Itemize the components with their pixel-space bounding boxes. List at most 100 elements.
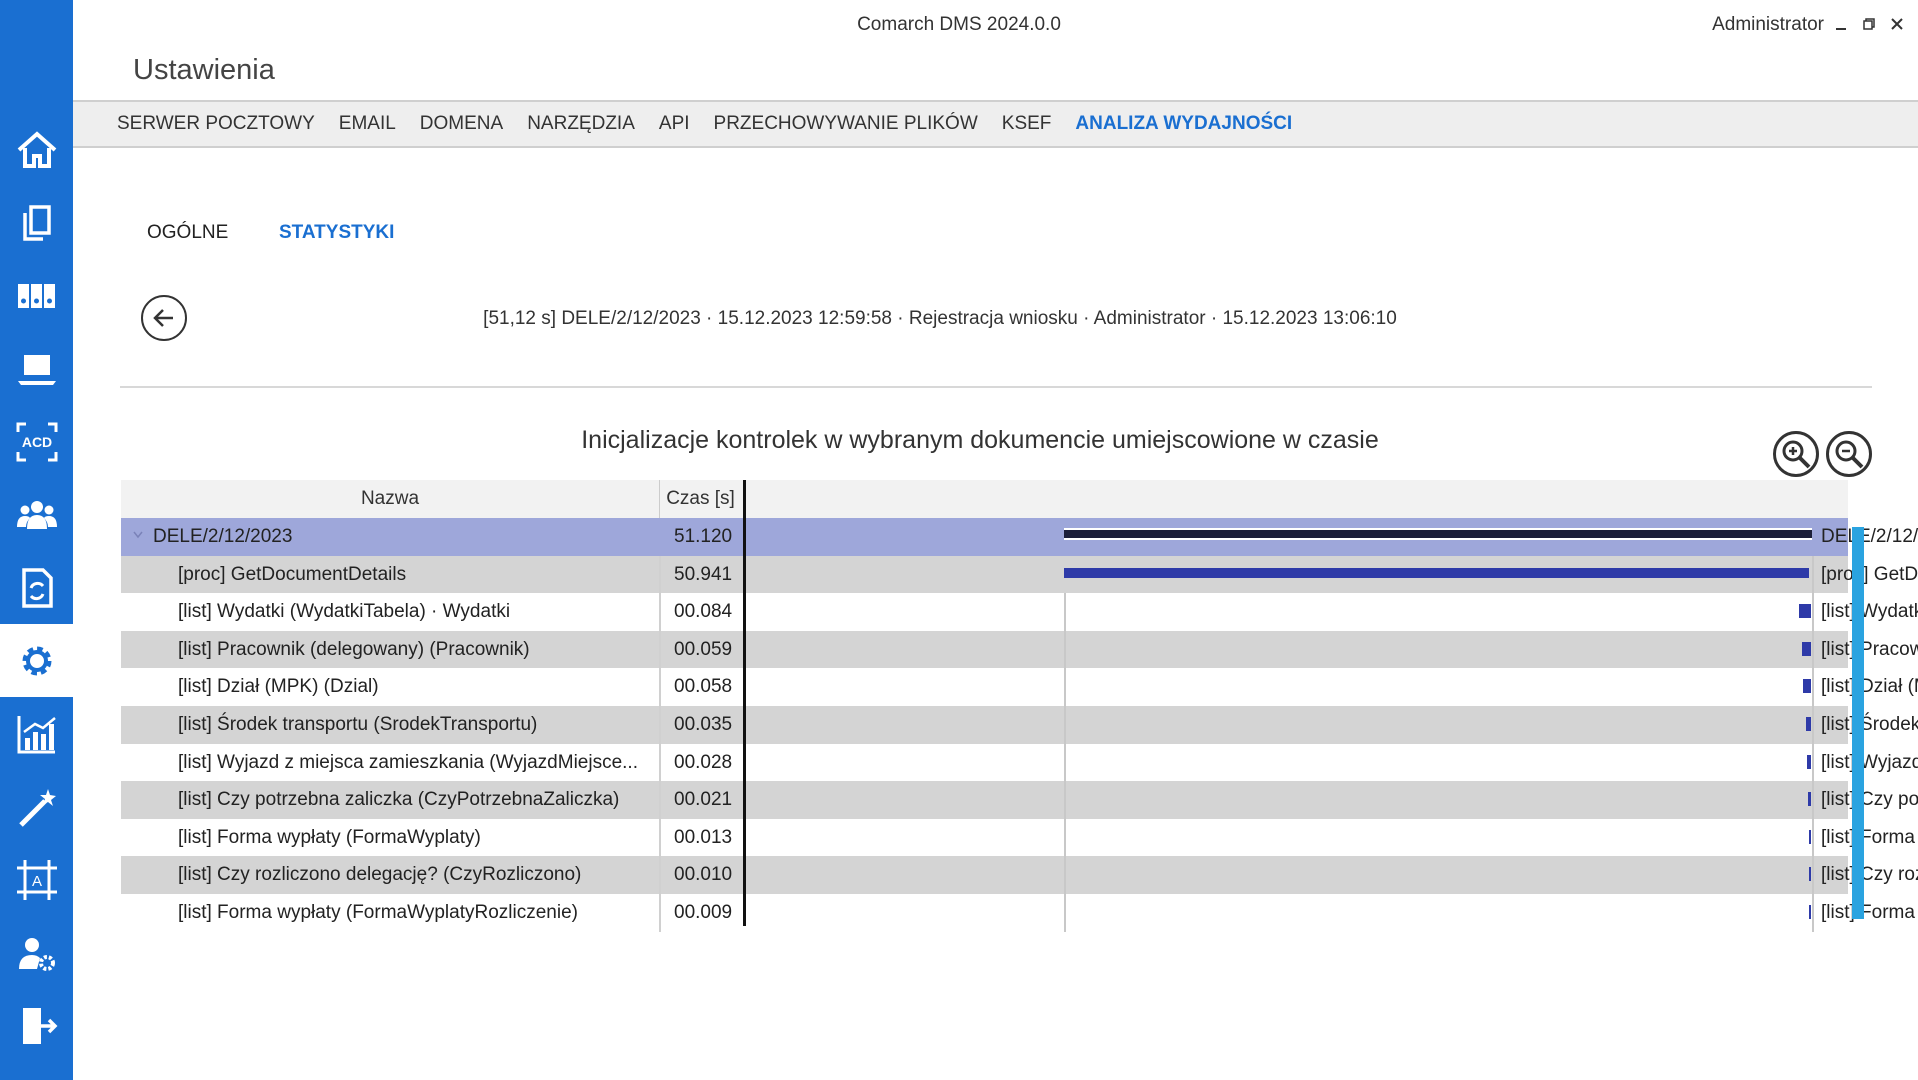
sidebar-item-documents[interactable] bbox=[0, 186, 73, 259]
gantt-bar[interactable] bbox=[1064, 528, 1812, 540]
sidebar-item-laptop[interactable] bbox=[0, 332, 73, 405]
tab-email[interactable]: EMAIL bbox=[339, 113, 396, 135]
gantt-bar[interactable] bbox=[1809, 867, 1811, 882]
gantt-cell: [list] Wyjazd z miejsca zamieszkania bbox=[743, 743, 1918, 782]
close-icon bbox=[1891, 18, 1903, 30]
sidebar: ACD A bbox=[0, 0, 73, 1080]
row-time: 00.028 bbox=[659, 743, 742, 782]
gantt-bar[interactable] bbox=[1798, 604, 1811, 619]
minimize-icon bbox=[1836, 28, 1846, 30]
gantt-divider bbox=[1064, 668, 1066, 706]
gantt-cell: [list] Pracownik (delegowany) (Pracownik… bbox=[743, 630, 1918, 669]
row-name: [list] Forma wypłaty (FormaWyplaty) bbox=[178, 826, 481, 848]
gantt-divider bbox=[1064, 593, 1066, 631]
gantt-bar[interactable] bbox=[1807, 792, 1811, 807]
gantt-bar[interactable] bbox=[1809, 904, 1811, 919]
gantt-cell: [list] Czy rozliczono delegację? (CzyRoz… bbox=[743, 856, 1918, 894]
table-row[interactable]: [list] Dział (MPK) (Dzial) 00.058 [list] D… bbox=[121, 668, 1918, 706]
tab-performance-analysis[interactable]: ANALIZA WYDAJNOŚCI bbox=[1075, 113, 1292, 135]
zoom-in-icon bbox=[1782, 440, 1811, 469]
gantt-bar[interactable] bbox=[1064, 567, 1810, 578]
gantt-label: [list] Czy rozliczono delegację? (CzyRoz… bbox=[1821, 864, 1918, 886]
gantt-label: [list] Forma wypłaty (FormaWyplatyRozlic… bbox=[1821, 901, 1918, 923]
current-user[interactable]: Administrator bbox=[1712, 14, 1824, 36]
gantt-divider bbox=[1812, 781, 1814, 819]
row-time: 00.059 bbox=[659, 630, 742, 669]
window-controls bbox=[1832, 14, 1906, 34]
table-row[interactable]: [list] Forma wypłaty (FormaWyplaty) 00.01… bbox=[121, 818, 1918, 857]
gear-icon bbox=[22, 646, 51, 675]
gantt-bar[interactable] bbox=[1806, 754, 1811, 769]
sidebar-item-stats[interactable] bbox=[0, 697, 73, 770]
user-settings-icon bbox=[18, 937, 55, 971]
sidebar-item-designer[interactable]: A bbox=[0, 843, 73, 916]
table-row[interactable]: [list] Czy rozliczono delegację? (CzyRoz… bbox=[121, 856, 1918, 894]
gantt-bar[interactable] bbox=[1802, 641, 1811, 656]
subtab-general[interactable]: OGÓLNE bbox=[147, 222, 228, 244]
table-row[interactable]: [list] Wyjazd z miejsca zamieszkania (Wy… bbox=[121, 743, 1918, 782]
table-row[interactable]: [list] Pracownik (delegowany) (Pracownik… bbox=[121, 630, 1918, 669]
tab-tools[interactable]: NARZĘDZIA bbox=[527, 113, 635, 135]
close-button[interactable] bbox=[1888, 14, 1906, 34]
sidebar-item-acd[interactable]: ACD bbox=[0, 405, 73, 478]
tab-api[interactable]: API bbox=[659, 113, 690, 135]
sidebar-item-binders[interactable] bbox=[0, 259, 73, 332]
zoom-in-button[interactable] bbox=[1773, 431, 1819, 477]
sidebar-item-document-sync[interactable] bbox=[0, 551, 73, 624]
table-header: Nazwa Czas [s] bbox=[121, 480, 1848, 518]
chart-title: Inicjalizacje kontrolek w wybranym dokum… bbox=[581, 426, 1379, 454]
table-row[interactable]: [list] Forma wypłaty (FormaWyplatyRozlic… bbox=[121, 893, 1918, 932]
row-time: 00.084 bbox=[659, 593, 742, 631]
documents-icon bbox=[22, 204, 51, 241]
designer-icon: A bbox=[16, 859, 57, 900]
gantt-cell: [list] Czy potrzebna zaliczka (CzyPotrze… bbox=[743, 781, 1918, 819]
column-header-name[interactable]: Nazwa bbox=[121, 480, 659, 518]
column-header-time[interactable]: Czas [s] bbox=[659, 480, 741, 518]
gantt-divider bbox=[1812, 743, 1814, 782]
tab-file-storage[interactable]: PRZECHOWYWANIE PLIKÓW bbox=[714, 113, 978, 135]
gantt-label: [proc] GetDocumentDetails bbox=[1821, 563, 1918, 585]
gantt-label: [list] Forma wypłaty (FormaWyplaty) bbox=[1821, 826, 1918, 848]
tab-mail-server[interactable]: SERWER POCZTOWY bbox=[117, 113, 315, 135]
zoom-out-icon bbox=[1835, 440, 1864, 469]
subtab-statistics[interactable]: STATYSTYKI bbox=[279, 222, 394, 244]
gantt-label: [list] Wyjazd z miejsca zamieszkania bbox=[1821, 751, 1918, 773]
row-name: [list] Czy potrzebna zaliczka (CzyPotrze… bbox=[178, 789, 620, 811]
table-row[interactable]: [proc] GetDocumentDetails 50.941 [proc] Ge… bbox=[121, 555, 1918, 594]
sidebar-item-wizard[interactable] bbox=[0, 770, 73, 843]
row-name: DELE/2/12/2023 bbox=[153, 526, 293, 547]
sidebar-item-settings[interactable] bbox=[0, 624, 73, 697]
gantt-label: [list] Wydatki (WydatkiTabela) · Wydatki bbox=[1821, 601, 1918, 623]
row-name: [list] Pracownik (delegowany) (Pracownik… bbox=[178, 638, 530, 660]
vertical-scrollbar[interactable] bbox=[1852, 527, 1864, 919]
table-row[interactable]: [list] Wydatki (WydatkiTabela) · Wydatki… bbox=[121, 593, 1918, 631]
minimize-button[interactable] bbox=[1832, 14, 1850, 34]
svg-text:A: A bbox=[31, 873, 41, 890]
gantt-bar[interactable] bbox=[1805, 716, 1811, 731]
gantt-bar[interactable] bbox=[1809, 829, 1811, 844]
zoom-out-button[interactable] bbox=[1826, 431, 1872, 477]
gantt-cell: [proc] GetDocumentDetails bbox=[743, 555, 1918, 594]
tab-ksef[interactable]: KSEF bbox=[1002, 113, 1052, 135]
row-time: 00.058 bbox=[659, 668, 742, 706]
sidebar-item-users[interactable] bbox=[0, 478, 73, 551]
gantt-label: [list] Środek transportu (SrodekTranspor… bbox=[1821, 713, 1918, 735]
row-name: [proc] GetDocumentDetails bbox=[178, 563, 407, 585]
row-name: [list] Czy rozliczono delegację? (CzyRoz… bbox=[178, 864, 582, 886]
gantt-divider bbox=[1812, 856, 1814, 894]
sidebar-item-user-settings[interactable] bbox=[0, 916, 73, 989]
row-name: [list] Wyjazd z miejsca zamieszkania (Wy… bbox=[178, 751, 638, 773]
table-row[interactable]: DELE/2/12/2023 51.120 DELE/2/12/2023 bbox=[121, 518, 1918, 556]
gantt-bar[interactable] bbox=[1802, 679, 1811, 694]
back-button[interactable] bbox=[141, 295, 187, 341]
table-row[interactable]: [list] Czy potrzebna zaliczka (CzyPotrze… bbox=[121, 781, 1918, 819]
row-name: [list] Dział (MPK) (Dzial) bbox=[178, 676, 379, 698]
sidebar-item-logout[interactable] bbox=[0, 989, 73, 1062]
gantt-divider bbox=[1812, 593, 1814, 631]
restore-button[interactable] bbox=[1860, 14, 1878, 34]
tab-domain[interactable]: DOMENA bbox=[420, 113, 503, 135]
sidebar-item-home[interactable] bbox=[0, 113, 73, 186]
table-row[interactable]: [list] Środek transportu (SrodekTranspor… bbox=[121, 705, 1918, 744]
gantt-divider bbox=[1812, 668, 1814, 706]
gantt-label: [list] Pracownik (delegowany) (Pracownik… bbox=[1821, 638, 1918, 660]
